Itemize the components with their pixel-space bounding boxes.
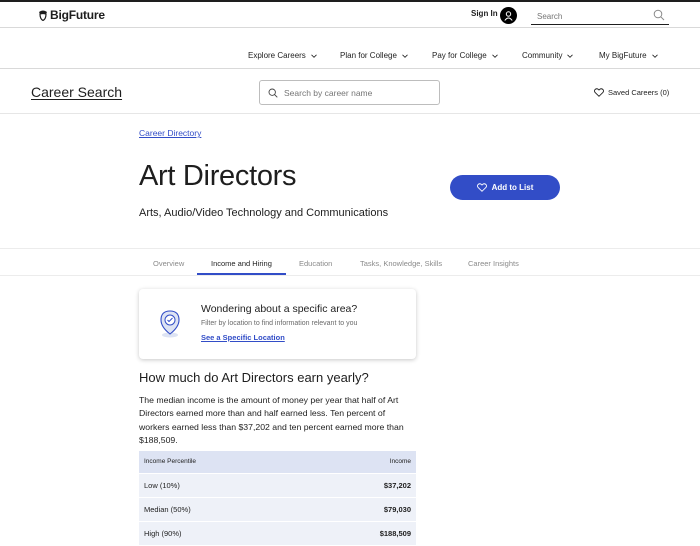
nav-label: My BigFuture xyxy=(599,51,647,60)
chevron-down-icon xyxy=(311,54,317,58)
percentile-cell: Low (10%) xyxy=(139,472,306,497)
active-tab-indicator xyxy=(197,273,286,275)
nav-label: Pay for College xyxy=(432,51,487,60)
career-tabs: Overview Income and Hiring Education Tas… xyxy=(0,248,700,276)
career-cluster: Arts, Audio/Video Technology and Communi… xyxy=(139,207,389,219)
income-heading: How much do Art Directors earn yearly? xyxy=(139,370,369,385)
top-search xyxy=(531,6,669,26)
table-row: Low (10%) $37,202 xyxy=(139,472,416,497)
column-header: Income xyxy=(305,451,416,473)
add-to-list-button[interactable]: Add to List xyxy=(450,175,560,200)
heart-icon xyxy=(476,183,487,192)
saved-careers-button[interactable]: Saved Careers (0) xyxy=(594,88,669,97)
heart-icon xyxy=(594,88,604,97)
income-paragraph: The median income is the amount of money… xyxy=(139,395,404,445)
chevron-down-icon xyxy=(651,54,658,58)
income-cell: $188,509 xyxy=(305,520,416,545)
add-to-list-label: Add to List xyxy=(491,183,534,192)
career-search-field[interactable] xyxy=(259,80,440,105)
table-header-row: Income Percentile Income xyxy=(139,451,416,473)
income-cell: $37,202 xyxy=(305,472,416,497)
location-pin-icon xyxy=(160,310,180,338)
career-search-bar: Career Search Saved Careers (0) xyxy=(0,68,700,114)
location-card-description: Filter by location to find information r… xyxy=(201,320,358,327)
location-card: Wondering about a specific area? Filter … xyxy=(139,289,416,359)
table-row: High (90%) $188,509 xyxy=(139,520,416,545)
nav-my-bigfuture[interactable]: My BigFuture xyxy=(599,51,658,60)
nav-label: Explore Careers xyxy=(248,51,306,60)
bigfuture-logo[interactable]: BigFuture xyxy=(38,8,105,22)
saved-careers-label: Saved Careers (0) xyxy=(608,88,670,97)
tab-income-and-hiring[interactable]: Income and Hiring xyxy=(211,259,272,268)
tab-career-insights[interactable]: Career Insights xyxy=(468,259,519,268)
column-header: Income Percentile xyxy=(139,451,306,473)
top-search-input[interactable] xyxy=(531,7,641,26)
nav-label: Plan for College xyxy=(340,51,397,60)
user-icon[interactable] xyxy=(500,7,517,24)
main-nav: Explore Careers Plan for College Pay for… xyxy=(0,51,700,63)
table-row: Median (50%) $79,030 xyxy=(139,496,416,521)
income-table: Income Percentile Income Low (10%) $37,2… xyxy=(139,451,416,545)
sign-in-link[interactable]: Sign In xyxy=(471,9,498,18)
breadcrumb-career-directory[interactable]: Career Directory xyxy=(139,128,201,138)
chevron-down-icon xyxy=(567,54,574,58)
nav-pay-for-college[interactable]: Pay for College xyxy=(432,51,498,60)
see-specific-location-link[interactable]: See a Specific Location xyxy=(201,333,285,342)
acorn-logo-icon xyxy=(39,10,47,21)
tab-tasks-knowledge-skills[interactable]: Tasks, Knowledge, Skills xyxy=(360,259,442,268)
location-card-title: Wondering about a specific area? xyxy=(201,303,358,315)
career-search-title[interactable]: Career Search xyxy=(31,84,122,100)
nav-label: Community xyxy=(522,51,563,60)
chevron-down-icon xyxy=(491,54,498,58)
nav-community[interactable]: Community xyxy=(522,51,574,60)
percentile-cell: Median (50%) xyxy=(139,496,306,521)
tab-education[interactable]: Education xyxy=(299,259,332,268)
income-cell: $79,030 xyxy=(305,496,416,521)
page-title: Art Directors xyxy=(139,160,297,192)
career-search-input[interactable] xyxy=(284,87,434,98)
search-icon[interactable] xyxy=(653,9,665,21)
search-icon xyxy=(268,88,278,98)
nav-explore-careers[interactable]: Explore Careers xyxy=(248,51,317,60)
top-bar: BigFuture Sign In xyxy=(0,0,700,28)
nav-plan-for-college[interactable]: Plan for College xyxy=(340,51,408,60)
tab-overview[interactable]: Overview xyxy=(153,259,184,268)
logo-text: BigFuture xyxy=(50,8,105,22)
chevron-down-icon xyxy=(402,54,408,58)
percentile-cell: High (90%) xyxy=(139,520,306,545)
